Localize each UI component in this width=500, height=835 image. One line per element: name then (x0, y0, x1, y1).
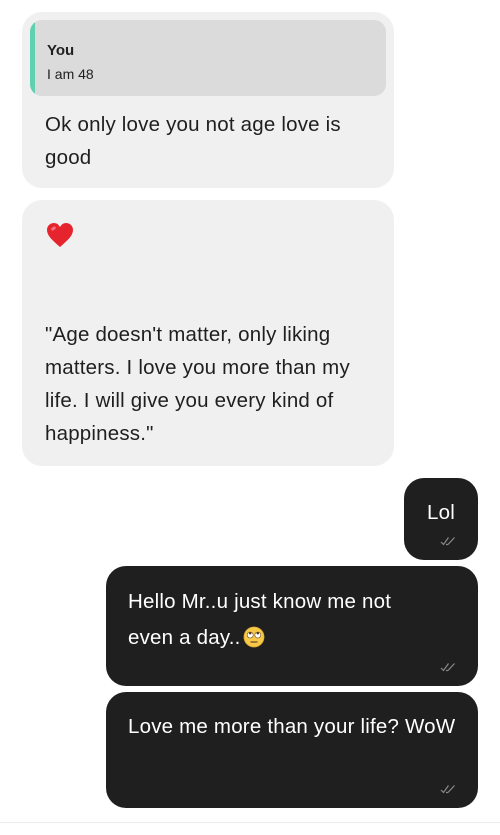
message-text: Love me more than your life? WoW (128, 715, 456, 738)
quoted-reply[interactable]: You I am 48 (30, 20, 386, 96)
incoming-message-bubble[interactable]: "Age doesn't matter, only liking matters… (22, 200, 394, 466)
message-text: Ok only love you not age love is good (45, 113, 341, 169)
incoming-message-bubble[interactable]: You I am 48 Ok only love you not age lov… (22, 12, 394, 188)
outgoing-message-bubble[interactable]: Love me more than your life? WoW (106, 692, 478, 808)
divider (0, 822, 500, 823)
double-check-icon (440, 785, 455, 794)
double-check-icon (440, 663, 455, 672)
message-text: "Age doesn't matter, only liking matters… (45, 323, 350, 445)
quote-accent-bar (30, 20, 35, 96)
face-with-rolling-eyes-emoji-icon (243, 626, 264, 648)
outgoing-message-bubble[interactable]: Lol (404, 478, 478, 560)
message-text-wrapper: Hello Mr..u just know me not even a day.… (128, 584, 438, 656)
quote-text: I am 48 (47, 66, 94, 82)
heart-emoji-icon (47, 223, 73, 247)
double-check-icon (440, 537, 455, 546)
outgoing-message-bubble[interactable]: Hello Mr..u just know me not even a day.… (106, 566, 478, 686)
message-text: Lol (427, 501, 455, 524)
quote-author: You (47, 42, 75, 59)
